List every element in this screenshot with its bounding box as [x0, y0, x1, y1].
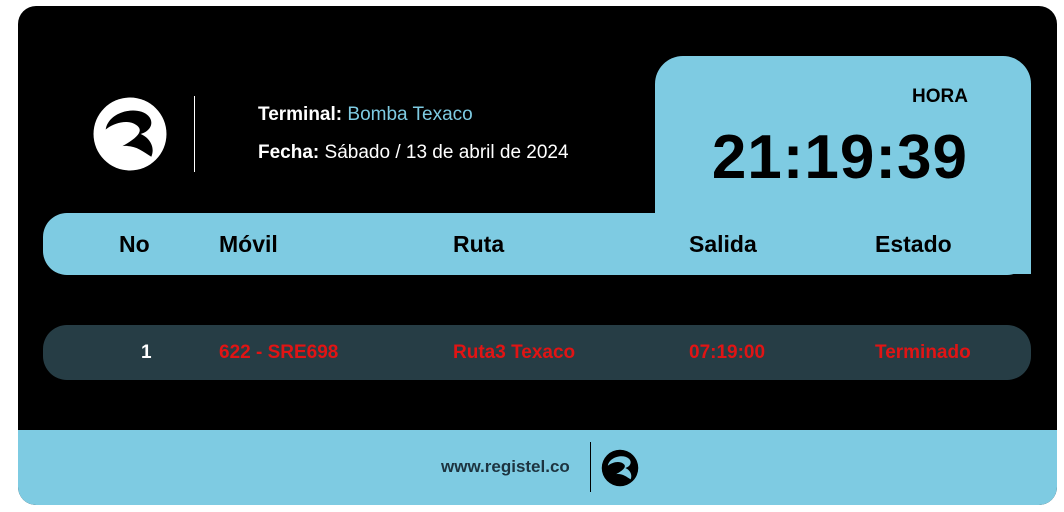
terminal-row: Terminal: Bomba Texaco	[258, 102, 569, 140]
footer: www.registel.co	[18, 430, 1057, 505]
date-label: Fecha:	[258, 142, 320, 163]
header-divider	[194, 96, 195, 172]
footer-url[interactable]: www.registel.co	[441, 457, 570, 477]
row-number: 1	[141, 341, 152, 363]
column-header-no: No	[119, 230, 150, 257]
row-salida: 07:19:00	[689, 341, 766, 363]
clock-time: 21:19:39	[711, 123, 968, 192]
date-value: Sábado / 13 de abril de 2024	[324, 142, 569, 163]
row-estado: Terminado	[875, 341, 971, 363]
registel-logo-icon	[92, 96, 168, 172]
row-ruta: Ruta3 Texaco	[453, 341, 576, 363]
footer-logo-icon	[601, 449, 639, 487]
table-header: No Móvil Ruta Salida Estado	[43, 213, 1031, 275]
clock-label: HORA	[912, 86, 968, 107]
column-header-movil: Móvil	[219, 230, 278, 257]
column-header-estado: Estado	[875, 230, 952, 257]
departure-board: Terminal: Bomba Texaco Fecha: Sábado / 1…	[18, 6, 1057, 505]
terminal-label: Terminal:	[258, 104, 343, 125]
column-header-salida: Salida	[689, 230, 757, 257]
row-movil: 622 - SRE698	[219, 341, 339, 363]
terminal-info: Terminal: Bomba Texaco Fecha: Sábado / 1…	[258, 102, 569, 178]
date-row: Fecha: Sábado / 13 de abril de 2024	[258, 140, 569, 178]
terminal-value: Bomba Texaco	[347, 104, 473, 125]
column-header-ruta: Ruta	[453, 230, 505, 257]
table-row: 1 622 - SRE698 Ruta3 Texaco 07:19:00 Ter…	[43, 325, 1031, 380]
footer-divider	[590, 442, 591, 492]
